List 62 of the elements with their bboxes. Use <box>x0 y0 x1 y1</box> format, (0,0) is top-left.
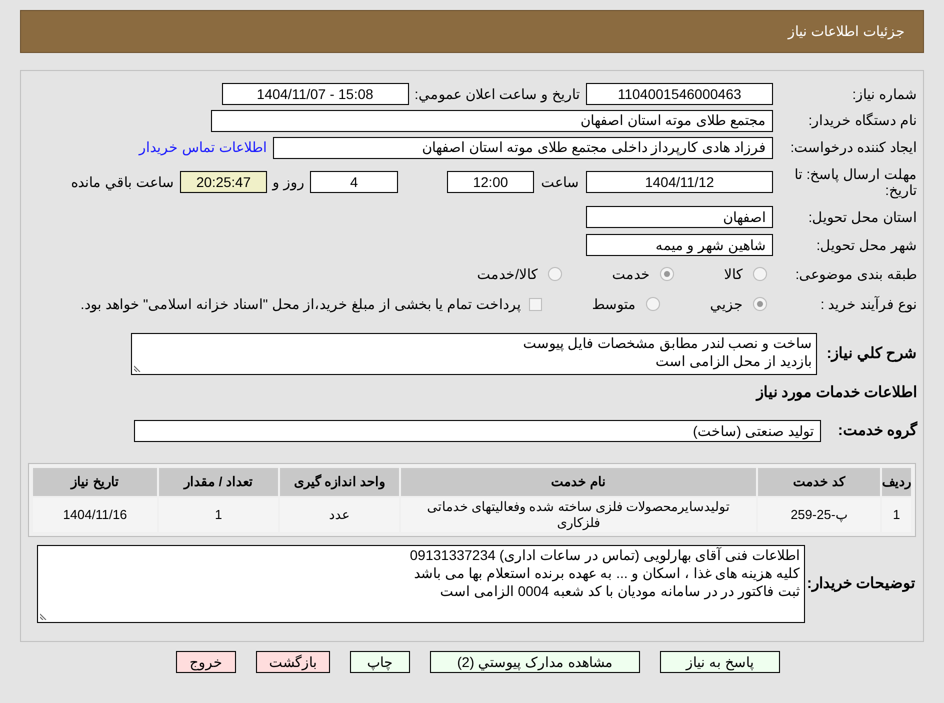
table-cell: تولیدسایرمحصولات فلزی ساخته شده وفعالیتهای خدماتی فلزکاری <box>400 497 757 533</box>
table-cell: پ-25-259 <box>757 497 881 533</box>
field-label: نوع فرآیند خرید : <box>819 294 918 314</box>
column-header: ردیف <box>881 467 912 497</box>
radio-button[interactable] <box>753 267 767 281</box>
field-label: تاریخ و ساعت اعلان عمومي: <box>414 84 580 104</box>
checkbox[interactable] <box>529 298 542 310</box>
field-label: توضیحات خریدار: <box>806 574 916 594</box>
column-header: کد خدمت <box>757 467 881 497</box>
action-button[interactable]: پاسخ به نیاز <box>660 651 780 673</box>
text-field[interactable]: فرزاد هادی کارپرداز داخلی مجتمع طلای موته استان اصفهان <box>273 136 773 158</box>
action-button[interactable]: چاپ <box>350 651 410 673</box>
buyer-contact-link[interactable]: اطلاعات تماس خریدار <box>139 137 267 158</box>
text-field[interactable]: اصفهان <box>586 206 773 228</box>
resize-handle-icon[interactable] <box>134 365 141 372</box>
radio-button[interactable] <box>660 267 674 281</box>
field-label: ایجاد کننده درخواست: <box>789 138 918 158</box>
payment-note: پرداخت تمام یا بخشی از مبلغ خرید،از محل "اسناد خزانه اسلامی" خواهد بود. <box>80 294 521 314</box>
text-field[interactable]: 4 <box>310 171 398 193</box>
field-label: روز و <box>270 172 306 192</box>
page-title: جزئیات اطلاعات نیاز <box>788 22 905 42</box>
text-field[interactable]: مجتمع طلای موته استان اصفهان <box>211 110 773 132</box>
radio-label: جزيي <box>710 294 743 314</box>
radio-button[interactable] <box>753 297 767 311</box>
field-label: طبقه بندی موضوعی: <box>794 264 918 284</box>
field-label: ساعت باقي مانده <box>71 172 174 192</box>
column-header: واحد اندازه گیری <box>279 467 400 497</box>
table-cell: 1 <box>881 497 912 533</box>
remaining-time-field: 20:25:47 <box>180 171 267 193</box>
radio-label: خدمت <box>612 264 650 284</box>
table-cell: 1 <box>158 497 279 533</box>
text-field[interactable]: 1404/11/12 <box>586 171 773 193</box>
field-label: استان محل تحویل: <box>807 208 918 228</box>
action-button[interactable]: مشاهده مدارک پیوستي (2) <box>430 651 640 673</box>
field-label: شماره نیاز: <box>851 84 918 104</box>
text-field[interactable]: شاهین شهر و میمه <box>586 234 773 256</box>
field-label: مهلت ارسال پاسخ: تا تاریخ: <box>793 166 918 198</box>
text-field[interactable]: 1104001546000463 <box>586 83 773 105</box>
table-cell: عدد <box>279 497 400 533</box>
field-label: شهر محل تحویل: <box>815 236 918 256</box>
text-field[interactable]: 12:00 <box>447 171 534 193</box>
text-area[interactable]: اطلاعات فنی آقای بهارلویی (تماس در ساعات اداری) 09131337234 کلیه هزینه های غذا ، اسکان و ... به عهده برنده استعلام بها می باشد ثبت فاکتور در در سامانه مودیان با کد شعبه 0004 الزامی است <box>37 545 805 623</box>
action-button[interactable]: بازگشت <box>256 651 330 673</box>
field-label: شرح کلي نیاز: <box>826 344 918 364</box>
radio-button[interactable] <box>646 297 660 311</box>
resize-handle-icon[interactable] <box>40 613 47 620</box>
radio-label: کالا <box>724 264 743 284</box>
radio-label: متوسط <box>592 294 636 314</box>
action-button[interactable]: خروج <box>176 651 236 673</box>
table-cell: 1404/11/16 <box>32 497 158 533</box>
radio-button[interactable] <box>548 267 562 281</box>
column-header: تعداد / مقدار <box>158 467 279 497</box>
radio-label: کالا/خدمت <box>477 264 538 284</box>
section-heading: اطلاعات خدمات مورد نیاز <box>756 382 918 403</box>
text-field[interactable]: 1404/11/07 - 15:08 <box>222 83 409 105</box>
column-header: تاریخ نیاز <box>32 467 158 497</box>
text-area[interactable]: ساخت و نصب لندر مطابق مشخصات فایل پیوست بازدید از محل الزامی است <box>131 333 817 375</box>
text-field[interactable]: تولید صنعتی (ساخت) <box>134 420 821 442</box>
column-header: نام خدمت <box>400 467 757 497</box>
field-label: نام دستگاه خریدار: <box>807 111 918 130</box>
field-label: گروه خدمت: <box>836 420 918 441</box>
field-label: ساعت <box>540 172 580 192</box>
